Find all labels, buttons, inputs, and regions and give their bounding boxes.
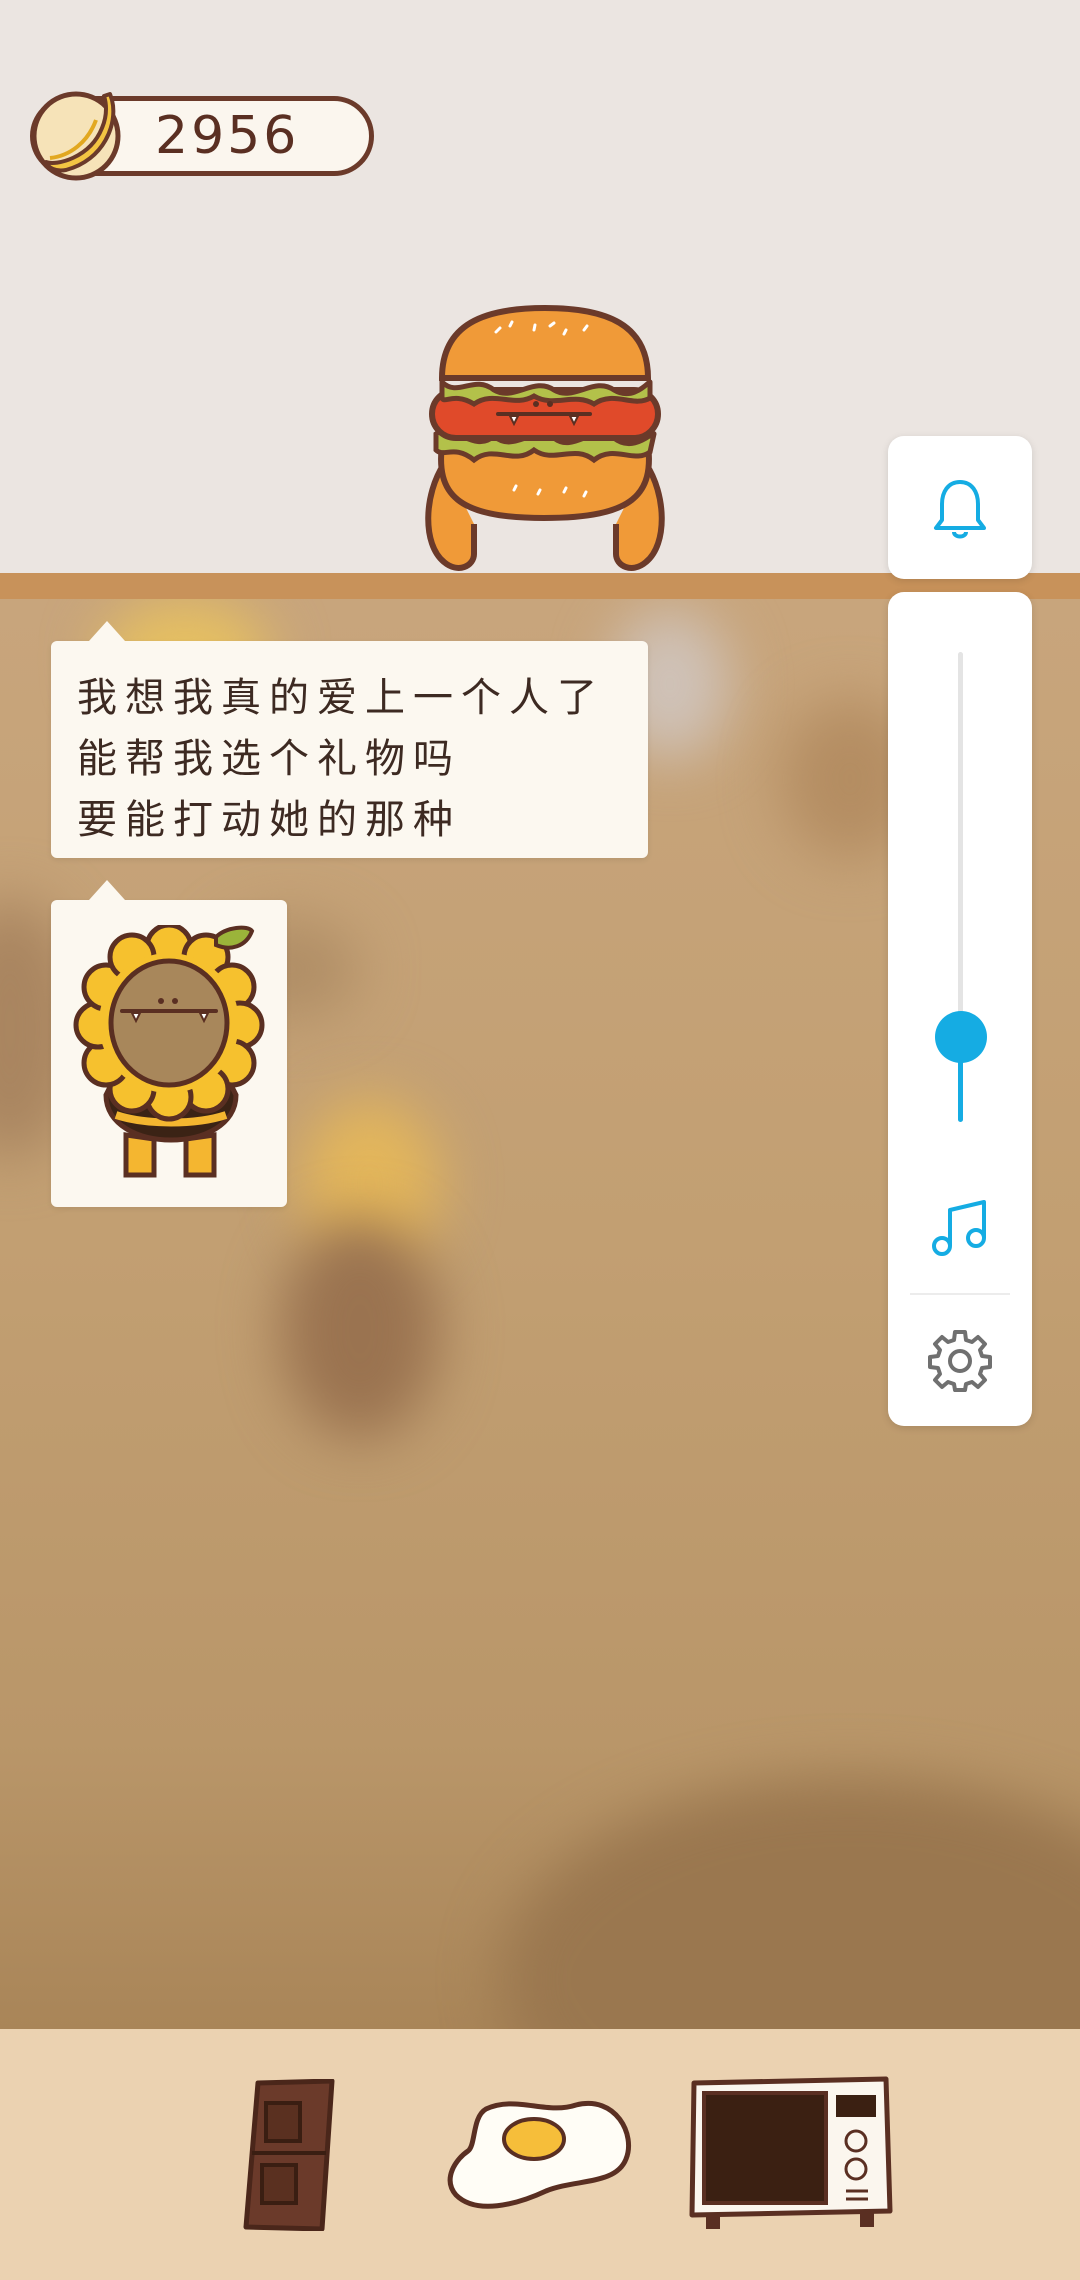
bell-icon xyxy=(934,480,986,539)
fried-egg-item[interactable] xyxy=(446,2095,636,2215)
speech-line-2: 能帮我选个礼物吗 xyxy=(77,736,461,782)
gear-icon[interactable] xyxy=(928,1328,992,1392)
item-tray xyxy=(0,2029,1080,2280)
speech-line-3: 要能打动她的那种 xyxy=(77,797,461,843)
banana-icon xyxy=(31,91,121,181)
panel-divider xyxy=(910,1293,1010,1295)
speech-bubble: 我想我真的爱上一个人了 能帮我选个礼物吗 要能打动她的那种 xyxy=(51,621,648,858)
music-note-icon[interactable] xyxy=(930,1196,992,1258)
settings-panel xyxy=(888,592,1032,1426)
chocolate-bar-item[interactable] xyxy=(240,2079,340,2231)
currency-amount: 2956 xyxy=(155,106,300,166)
volume-slider-knob[interactable] xyxy=(935,1011,987,1064)
hamburger-character[interactable] xyxy=(414,304,676,574)
notification-button[interactable] xyxy=(888,436,1032,579)
microwave-oven-item[interactable] xyxy=(686,2073,894,2235)
sunflower-character-icon xyxy=(73,925,265,1178)
speech-line-1: 我想我真的爱上一个人了 xyxy=(77,675,605,721)
gift-hint-card xyxy=(51,880,287,1207)
